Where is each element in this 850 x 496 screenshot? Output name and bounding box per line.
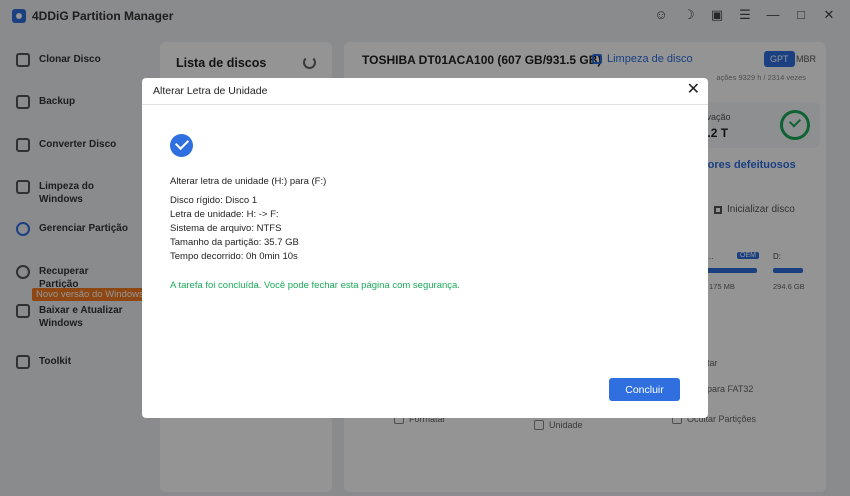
dialog-close-icon[interactable]: ✕ (687, 82, 700, 98)
success-check-icon (170, 134, 193, 157)
detail-partition-size: Tamanho da partição: 35.7 GB (170, 237, 299, 248)
detail-file-system: Sistema de arquivo: NTFS (170, 223, 282, 234)
dialog-header: Alterar Letra de Unidade ✕ (142, 78, 708, 105)
result-title: Alterar letra de unidade (H:) para (F:) (170, 176, 327, 187)
change-drive-letter-dialog: Alterar Letra de Unidade ✕ Alterar letra… (142, 78, 708, 418)
dialog-title: Alterar Letra de Unidade (153, 85, 268, 97)
detail-disk: Disco rígido: Disco 1 (170, 195, 258, 206)
detail-drive-letter: Letra de unidade: H: -> F: (170, 209, 279, 220)
detail-elapsed-time: Tempo decorrido: 0h 0min 10s (170, 251, 298, 262)
conclude-button[interactable]: Concluir (609, 378, 680, 401)
success-message: A tarefa foi concluída. Você pode fechar… (170, 280, 460, 291)
